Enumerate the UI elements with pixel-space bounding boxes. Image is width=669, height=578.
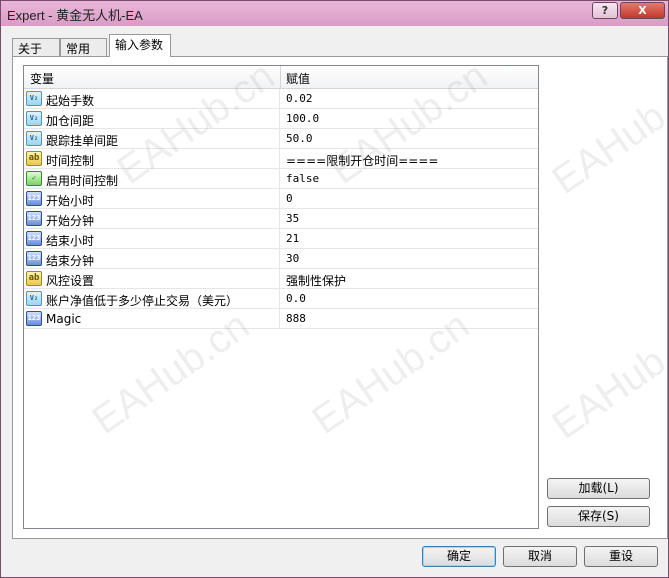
double-icon: V₂	[26, 131, 42, 146]
variable-value[interactable]: 50.0	[286, 132, 313, 145]
title-bar[interactable]: Expert - 黄金无人机-EA ? X	[1, 1, 668, 26]
grid-row[interactable]: 123 开始分钟 35	[24, 209, 538, 229]
variable-cell[interactable]: V₂ 账户净值低于多少停止交易（美元）	[24, 289, 280, 309]
value-cell[interactable]: 888	[282, 309, 537, 329]
value-cell[interactable]: 0.0	[282, 289, 537, 309]
variable-name: 结束小时	[46, 234, 95, 248]
variable-cell[interactable]: ab 时间控制	[24, 149, 280, 169]
variable-name: 开始小时	[46, 194, 95, 208]
value-cell[interactable]: false	[282, 169, 537, 189]
tab-inputs[interactable]: 输入参数	[109, 34, 171, 57]
variable-cell[interactable]: ✓ 启用时间控制	[24, 169, 280, 189]
grid-row[interactable]: V₂ 起始手数 0.02	[24, 89, 538, 109]
value-cell[interactable]: 100.0	[282, 109, 537, 129]
variable-name: 开始分钟	[46, 214, 95, 228]
string-icon: ab	[26, 271, 42, 286]
variable-value[interactable]: 30	[286, 252, 299, 265]
grid-row[interactable]: ✓ 启用时间控制 false	[24, 169, 538, 189]
close-button[interactable]: X	[620, 2, 665, 19]
value-cell[interactable]: 35	[282, 209, 537, 229]
variable-name: 起始手数	[46, 94, 95, 108]
variable-value[interactable]: 0.0	[286, 292, 306, 305]
variable-value[interactable]: 35	[286, 212, 299, 225]
variable-value[interactable]: 888	[286, 312, 306, 325]
double-icon: V₂	[26, 111, 42, 126]
value-cell[interactable]: 强制性保护	[282, 269, 537, 289]
variable-cell[interactable]: V₂ 起始手数	[24, 89, 280, 109]
value-cell[interactable]: 21	[282, 229, 537, 249]
value-cell[interactable]: 50.0	[282, 129, 537, 149]
int-icon: 123	[26, 191, 42, 206]
variable-name: 启用时间控制	[46, 174, 119, 188]
variable-cell[interactable]: V₂ 加仓间距	[24, 109, 280, 129]
variable-value[interactable]: 强制性保护	[286, 272, 346, 289]
variable-cell[interactable]: 123 Magic	[24, 309, 280, 329]
window-title: Expert - 黄金无人机-EA	[7, 8, 143, 23]
column-header-value[interactable]: 赋值	[286, 70, 310, 87]
column-separator[interactable]	[280, 66, 281, 88]
help-button[interactable]: ?	[592, 2, 618, 19]
grid-row[interactable]: 123 结束小时 21	[24, 229, 538, 249]
grid-row[interactable]: ab 时间控制 ====限制开仓时间====	[24, 149, 538, 169]
variable-cell[interactable]: ab 风控设置	[24, 269, 280, 289]
value-cell[interactable]: 0	[282, 189, 537, 209]
tab-about[interactable]: 关于	[12, 38, 60, 56]
inputs-grid: 变量 赋值 V₂ 起始手数 0.02 V₂ 加仓间距 100.0 V₂ 跟踪挂单间距 50.0 a…	[23, 65, 539, 529]
bool-icon: ✓	[26, 171, 42, 186]
variable-value[interactable]: 100.0	[286, 112, 319, 125]
int-icon: 123	[26, 211, 42, 226]
variable-cell[interactable]: 123 结束小时	[24, 229, 280, 249]
variable-value[interactable]: 0	[286, 192, 293, 205]
variable-name: 风控设置	[46, 274, 95, 288]
grid-row[interactable]: V₂ 账户净值低于多少停止交易（美元） 0.0	[24, 289, 538, 309]
variable-cell[interactable]: V₂ 跟踪挂单间距	[24, 129, 280, 149]
string-icon: ab	[26, 151, 42, 166]
variable-name: 账户净值低于多少停止交易（美元）	[46, 294, 239, 308]
load-button[interactable]: 加载(L)	[547, 478, 650, 499]
value-cell[interactable]: 30	[282, 249, 537, 269]
double-icon: V₂	[26, 91, 42, 106]
save-button[interactable]: 保存(S)	[547, 506, 650, 527]
variable-name: 时间控制	[46, 154, 95, 168]
grid-row[interactable]: ab 风控设置 强制性保护	[24, 269, 538, 289]
variable-value[interactable]: false	[286, 172, 319, 185]
grid-row[interactable]: V₂ 加仓间距 100.0	[24, 109, 538, 129]
variable-value[interactable]: 0.02	[286, 92, 313, 105]
variable-value[interactable]: 21	[286, 232, 299, 245]
tab-common[interactable]: 常用	[60, 38, 107, 56]
value-cell[interactable]: ====限制开仓时间====	[282, 149, 537, 169]
int-icon: 123	[26, 231, 42, 246]
variable-name: 跟踪挂单间距	[46, 134, 119, 148]
variable-cell[interactable]: 123 开始小时	[24, 189, 280, 209]
variable-cell[interactable]: 123 结束分钟	[24, 249, 280, 269]
variable-value[interactable]: ====限制开仓时间====	[286, 152, 438, 169]
grid-row[interactable]: 123 开始小时 0	[24, 189, 538, 209]
grid-header: 变量 赋值	[24, 66, 538, 89]
ok-button[interactable]: 确定	[422, 546, 496, 567]
int-icon: 123	[26, 251, 42, 266]
value-cell[interactable]: 0.02	[282, 89, 537, 109]
double-icon: V₂	[26, 291, 42, 306]
variable-cell[interactable]: 123 开始分钟	[24, 209, 280, 229]
reset-button[interactable]: 重设	[584, 546, 658, 567]
cancel-button[interactable]: 取消	[503, 546, 577, 567]
variable-name: 结束分钟	[46, 254, 95, 268]
int-icon: 123	[26, 311, 42, 326]
variable-name: 加仓间距	[46, 114, 95, 128]
column-header-variable[interactable]: 变量	[30, 70, 54, 87]
grid-row[interactable]: V₂ 跟踪挂单间距 50.0	[24, 129, 538, 149]
variable-name: Magic	[46, 312, 82, 326]
expert-dialog-window: Expert - 黄金无人机-EA ? X 关于 常用 输入参数 变量 赋值 V…	[0, 0, 669, 578]
grid-row[interactable]: 123 结束分钟 30	[24, 249, 538, 269]
grid-row[interactable]: 123 Magic 888	[24, 309, 538, 329]
